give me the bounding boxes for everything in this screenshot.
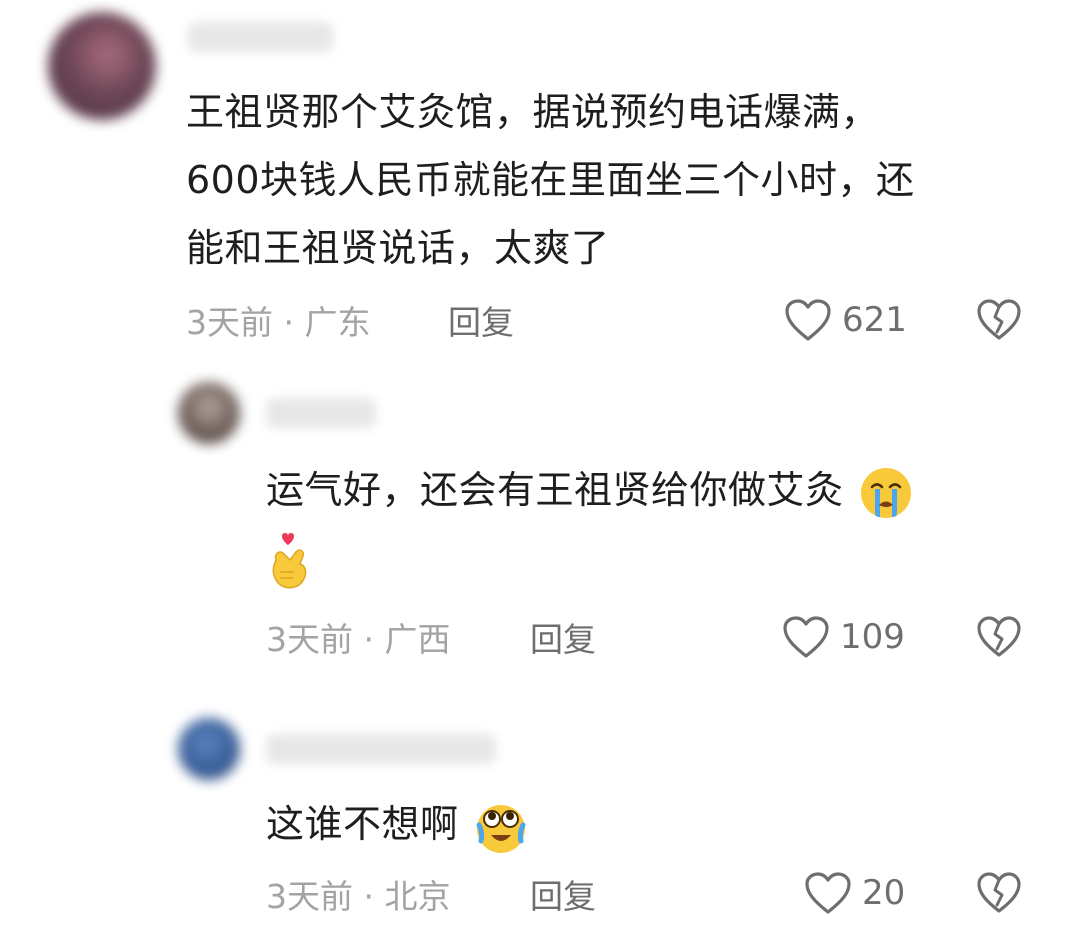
comment-text: 这谁不想啊 [266, 790, 1026, 858]
crying-laugh-emoji [476, 804, 526, 853]
reply-item: 这谁不想啊 3天前 · 北京 回复 20 [0, 690, 1080, 933]
like-count: 109 [840, 617, 905, 657]
comment-text-line: 600块钱人民币就能在里面坐三个小时，还 [186, 158, 915, 202]
comment-meta: 3天前 · 广东 [186, 303, 371, 342]
comment-text-line: 能和王祖贤说话，太爽了 [186, 226, 610, 270]
user-avatar[interactable] [48, 12, 156, 120]
broken-heart-icon [977, 616, 1021, 657]
username-blurred[interactable] [188, 22, 333, 52]
finger-heart-emoji [272, 532, 307, 588]
username-blurred[interactable] [266, 398, 376, 428]
like-button[interactable]: 621 [784, 295, 907, 345]
like-button[interactable]: 20 [804, 868, 905, 918]
dislike-button[interactable] [974, 295, 1024, 345]
dislike-button[interactable] [974, 868, 1024, 918]
heart-outline-icon [785, 299, 831, 341]
user-avatar[interactable] [178, 718, 240, 780]
comment-text: 运气好，还会有王祖贤给你做艾灸 [266, 456, 1026, 592]
comment-meta: 3天前 · 广西 [266, 620, 451, 659]
reply-item: 运气好，还会有王祖贤给你做艾灸 3天前 · 广西 回复 109 [0, 360, 1080, 690]
crying-face-emoji [861, 467, 912, 518]
comment-text-content: 运气好，还会有王祖贤给你做艾灸 [266, 468, 844, 512]
like-button[interactable]: 109 [782, 612, 905, 662]
reply-button[interactable]: 回复 [530, 613, 596, 661]
broken-heart-icon [977, 299, 1021, 340]
username-blurred[interactable] [266, 734, 496, 764]
user-avatar[interactable] [178, 382, 240, 444]
comment-text-line: 王祖贤那个艾灸馆，据说预约电话爆满， [186, 90, 880, 134]
broken-heart-icon [977, 872, 1021, 913]
heart-outline-icon [783, 616, 829, 658]
dislike-button[interactable] [974, 612, 1024, 662]
comment-meta: 3天前 · 北京 [266, 877, 451, 916]
comment-text: 王祖贤那个艾灸馆，据说预约电话爆满， 600块钱人民币就能在里面坐三个小时，还 … [186, 78, 1056, 282]
comment-text-content: 这谁不想啊 [266, 802, 459, 846]
reply-button[interactable]: 回复 [448, 296, 514, 344]
like-count: 20 [862, 873, 906, 913]
comment-item: 王祖贤那个艾灸馆，据说预约电话爆满， 600块钱人民币就能在里面坐三个小时，还 … [0, 0, 1080, 360]
heart-outline-icon [805, 872, 851, 914]
reply-button[interactable]: 回复 [530, 870, 596, 918]
like-count: 621 [842, 300, 907, 340]
